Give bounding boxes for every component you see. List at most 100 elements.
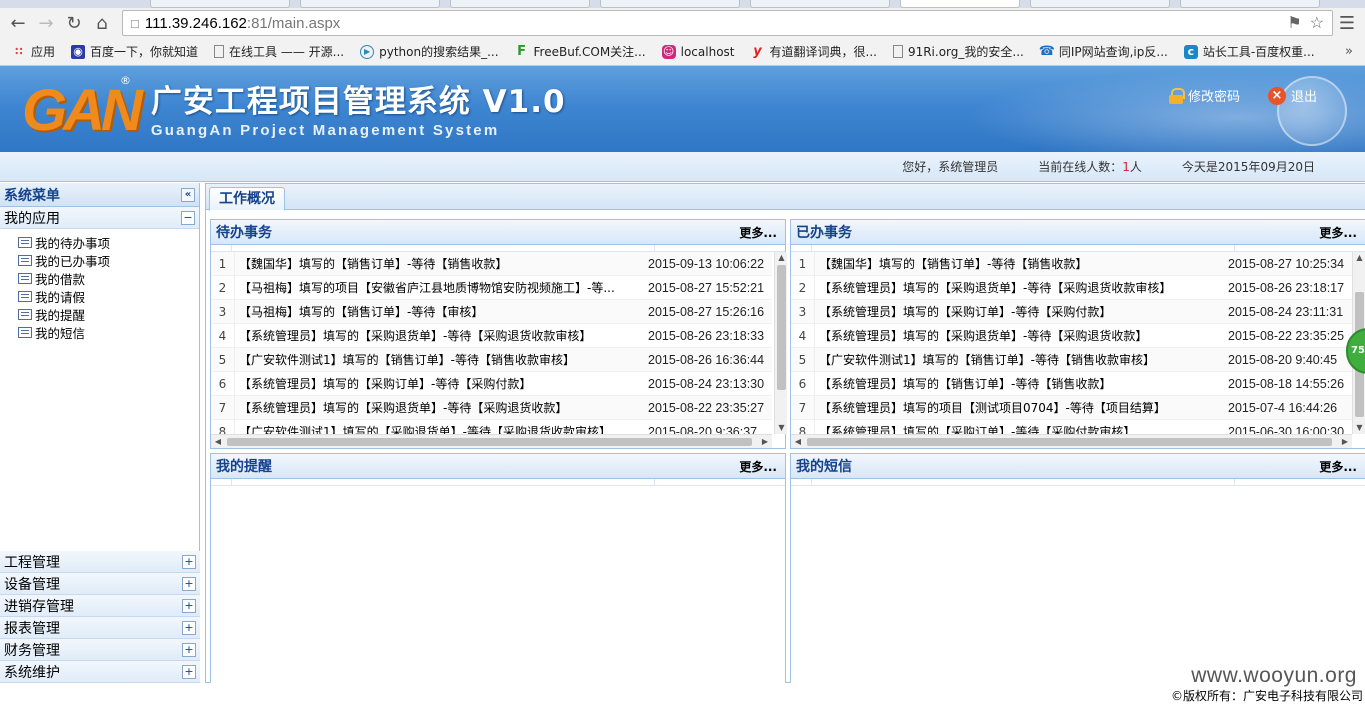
table-row[interactable]: 8 【广安软件测试1】填写的【采购退货单】-等待【采购退货收款审核】 2015-08… [211,419,772,434]
sidebar-item-leave[interactable]: 我的请假 [18,287,199,305]
scroll-left-icon[interactable]: ◀ [791,435,805,449]
home-icon[interactable]: ⌂ [88,11,116,35]
sidebar-item-todo[interactable]: 我的待办事项 [18,233,199,251]
tools-icon[interactable]: ⚑ [1287,13,1301,33]
plus-icon[interactable]: + [182,554,196,569]
scroll-thumb[interactable] [227,438,752,446]
plus-icon[interactable]: + [182,598,196,613]
row-text[interactable]: 【系统管理员】填写的【销售订单】-等待【销售收款】 [815,375,1222,392]
table-row[interactable]: 7 【系统管理员】填写的项目【测试项目0704】-等待【项目结算】 2015-07-… [791,395,1352,420]
sidebar-item-done[interactable]: 我的已办事项 [18,251,199,269]
table-row[interactable]: 5 【广安软件测试1】填写的【销售订单】-等待【销售收款审核】 2015-08-26… [211,347,772,372]
table-row[interactable]: 4 【系统管理员】填写的【采购退货单】-等待【采购退货收款】 2015-08-22 … [791,323,1352,348]
more-link[interactable]: 更多... [739,224,777,241]
horizontal-scrollbar[interactable]: ◀ ▶ [211,434,772,448]
browser-tab[interactable] [1180,0,1320,8]
minus-icon[interactable]: − [181,210,195,225]
sidebar-group-my-apps[interactable]: 我的应用 − [0,207,199,229]
bookmark-baidu[interactable]: ◉ 百度一下，你就知道 [63,41,206,63]
bookmark-online-tools[interactable]: 在线工具 —— 开源... [206,41,352,63]
table-row[interactable]: 1 【魏国华】填写的【销售订单】-等待【销售收款】 2015-08-27 10:25… [791,252,1352,276]
row-text[interactable]: 【广安软件测试1】填写的【采购退货单】-等待【采购退货收款审核】 [235,423,642,434]
row-text[interactable]: 【魏国华】填写的【销售订单】-等待【销售收款】 [235,255,642,272]
scroll-down-icon[interactable]: ▼ [775,422,787,434]
table-row[interactable]: 8 【系统管理员】填写的【采购订单】-等待【采购付款审核】 2015-06-30 1… [791,419,1352,434]
browser-tab[interactable] [450,0,590,8]
vertical-scrollbar[interactable]: ▲ ▼ [774,252,787,434]
browser-tab[interactable] [300,0,440,8]
sidebar-group-engineering[interactable]: 工程管理 + [0,551,200,573]
bookmark-91ri[interactable]: 91Ri.org_我的安全... [885,41,1032,63]
table-row[interactable]: 6 【系统管理员】填写的【采购订单】-等待【采购付款】 2015-08-24 23:… [211,371,772,396]
address-bar[interactable]: □ 111.39.246.162:81/main.aspx ⚑ ☆ [122,10,1333,36]
row-text[interactable]: 【系统管理员】填写的【采购退货单】-等待【采购退货收款审核】 [235,327,642,344]
row-text[interactable]: 【马祖梅】填写的【销售订单】-等待【审核】 [235,303,642,320]
bookmark-youdao[interactable]: y 有道翻译词典，很... [743,41,885,63]
sidebar-group-inventory[interactable]: 进销存管理 + [0,595,200,617]
menu-icon[interactable]: ☰ [1333,13,1361,34]
more-link[interactable]: 更多... [739,458,777,475]
forward-icon[interactable]: → [32,11,60,35]
plus-icon[interactable]: + [182,620,196,635]
scroll-right-icon[interactable]: ▶ [758,435,772,449]
sidebar-group-equipment[interactable]: 设备管理 + [0,573,200,595]
scroll-up-icon[interactable]: ▲ [1353,252,1365,264]
scroll-down-icon[interactable]: ▼ [1353,422,1365,434]
row-text[interactable]: 【系统管理员】填写的【采购退货单】-等待【采购退货收款】 [815,327,1222,344]
table-row[interactable]: 4 【系统管理员】填写的【采购退货单】-等待【采购退货收款审核】 2015-08-2… [211,323,772,348]
collapse-sidebar-icon[interactable]: « [181,187,195,202]
row-text[interactable]: 【系统管理员】填写的【采购订单】-等待【采购付款】 [815,303,1222,320]
plus-icon[interactable]: + [182,642,196,657]
bookmark-freebuf[interactable]: F FreeBuf.COM关注... [507,41,654,63]
row-text[interactable]: 【系统管理员】填写的项目【测试项目0704】-等待【项目结算】 [815,399,1222,416]
horizontal-scrollbar[interactable]: ◀ ▶ [791,434,1352,448]
sidebar-item-messages[interactable]: 我的短信 [18,323,199,341]
sidebar-group-system[interactable]: 系统维护 + [0,661,200,683]
plus-icon[interactable]: + [182,664,196,679]
row-text[interactable]: 【系统管理员】填写的【采购退货单】-等待【采购退货收款】 [235,399,642,416]
scroll-thumb[interactable] [807,438,1332,446]
row-text[interactable]: 【系统管理员】填写的【采购退货单】-等待【采购退货收款审核】 [815,279,1222,296]
scroll-right-icon[interactable]: ▶ [1338,435,1352,449]
bookmark-chinaz[interactable]: c 站长工具-百度权重... [1176,41,1323,63]
bookmarks-more-icon[interactable]: » [1345,44,1361,59]
table-row[interactable]: 7 【系统管理员】填写的【采购退货单】-等待【采购退货收款】 2015-08-22 … [211,395,772,420]
table-row[interactable]: 1 【魏国华】填写的【销售订单】-等待【销售收款】 2015-09-13 10:06… [211,252,772,276]
bookmark-same-ip[interactable]: ☎ 同IP网站查询,ip反... [1032,41,1176,63]
bookmark-localhost[interactable]: ☺ localhost [654,41,743,63]
row-text[interactable]: 【系统管理员】填写的【采购订单】-等待【采购付款审核】 [815,423,1222,434]
table-row[interactable]: 3 【系统管理员】填写的【采购订单】-等待【采购付款】 2015-08-24 23:… [791,299,1352,324]
plus-icon[interactable]: + [182,576,196,591]
change-password-link[interactable]: 修改密码 [1168,86,1240,105]
scroll-left-icon[interactable]: ◀ [211,435,225,449]
more-link[interactable]: 更多... [1319,458,1357,475]
browser-tab-active[interactable] [900,0,1020,8]
table-row[interactable]: 6 【系统管理员】填写的【销售订单】-等待【销售收款】 2015-08-18 14:… [791,371,1352,396]
more-link[interactable]: 更多... [1319,224,1357,241]
bookmark-python[interactable]: ▶ python的搜索结果_... [352,41,506,63]
browser-tab[interactable] [150,0,290,8]
reload-icon[interactable]: ↻ [60,11,88,35]
sidebar-item-loans[interactable]: 我的借款 [18,269,199,287]
table-row[interactable]: 3 【马祖梅】填写的【销售订单】-等待【审核】 2015-08-27 15:26:1… [211,299,772,324]
browser-tab[interactable] [750,0,890,8]
back-icon[interactable]: ← [4,11,32,35]
row-text[interactable]: 【系统管理员】填写的【采购订单】-等待【采购付款】 [235,375,642,392]
logout-link[interactable]: × 退出 [1267,86,1317,105]
table-row[interactable]: 2 【系统管理员】填写的【采购退货单】-等待【采购退货收款审核】 2015-08-2… [791,275,1352,300]
browser-tab[interactable] [1030,0,1170,8]
table-row[interactable]: 2 【马祖梅】填写的项目【安徽省庐江县地质博物馆安防视频施工】-等... 2015-… [211,275,772,300]
scroll-up-icon[interactable]: ▲ [775,252,787,264]
row-text[interactable]: 【魏国华】填写的【销售订单】-等待【销售收款】 [815,255,1222,272]
tab-overview[interactable]: 工作概况 [209,187,285,211]
row-text[interactable]: 【广安软件测试1】填写的【销售订单】-等待【销售收款审核】 [235,351,642,368]
sidebar-group-reports[interactable]: 报表管理 + [0,617,200,639]
scroll-thumb[interactable] [777,265,786,390]
browser-tab[interactable] [600,0,740,8]
sidebar-group-finance[interactable]: 财务管理 + [0,639,200,661]
row-text[interactable]: 【马祖梅】填写的项目【安徽省庐江县地质博物馆安防视频施工】-等... [235,279,642,296]
table-row[interactable]: 5 【广安软件测试1】填写的【销售订单】-等待【销售收款审核】 2015-08-20… [791,347,1352,372]
bookmark-apps[interactable]: ∷ 应用 [4,41,63,63]
row-text[interactable]: 【广安软件测试1】填写的【销售订单】-等待【销售收款审核】 [815,351,1222,368]
star-icon[interactable]: ☆ [1310,13,1324,33]
